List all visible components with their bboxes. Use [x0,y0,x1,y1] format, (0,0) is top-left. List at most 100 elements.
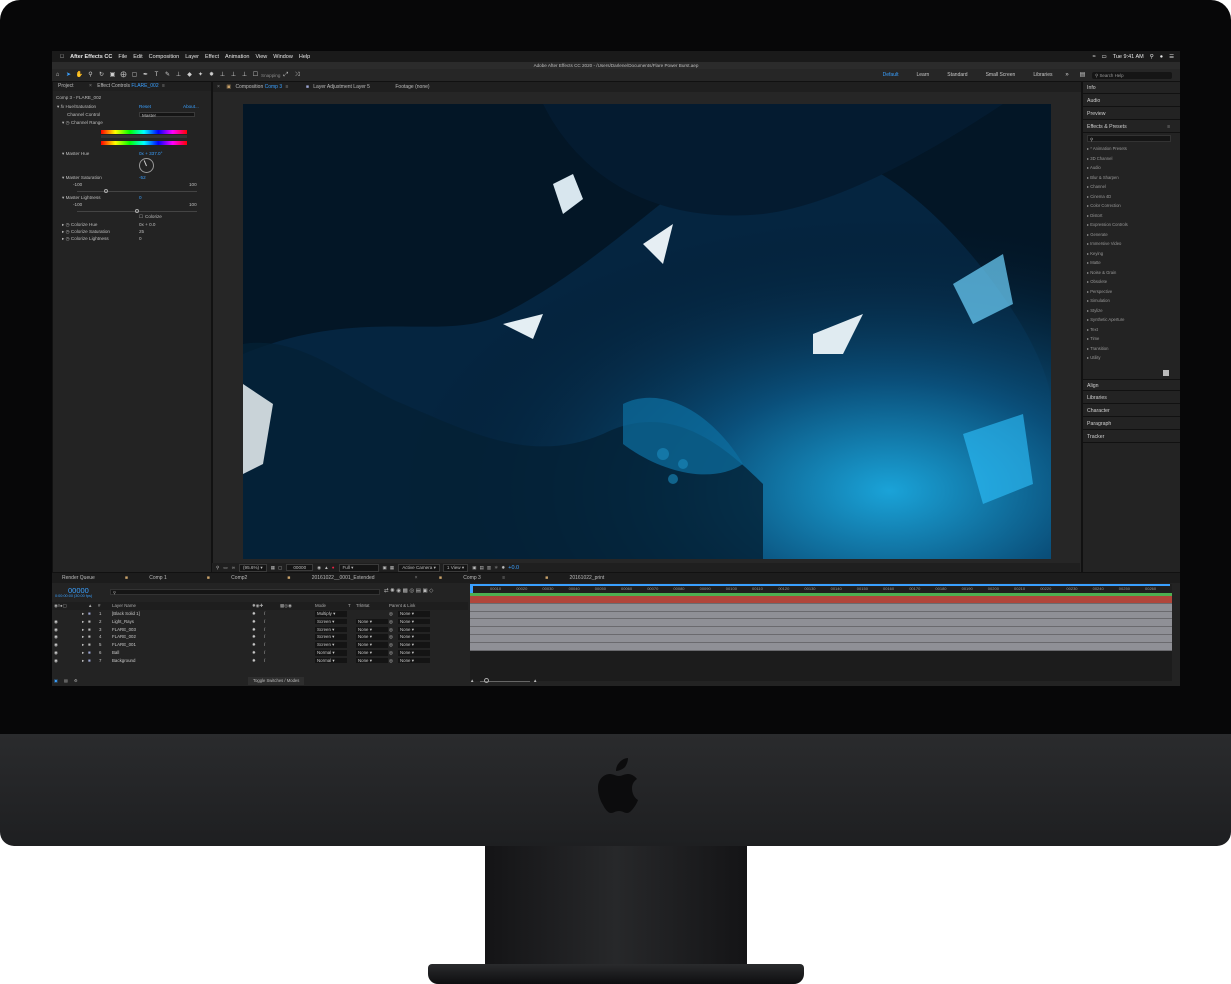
notification-icon[interactable]: ☰ [1169,54,1174,60]
trkmat-select[interactable]: None ▾ [356,650,388,656]
parent-select[interactable]: None ▾ [398,634,430,640]
quality-switch-icon[interactable]: / [264,618,265,626]
tab-render-queue[interactable]: Render Queue [62,575,95,581]
tab-effect-controls[interactable]: Effect Controls [97,83,130,89]
monitor-icon[interactable]: ▭ [223,565,227,571]
visibility-eye-icon[interactable]: ◉ [54,626,58,634]
draft-3d-icon[interactable]: ✺ [390,588,395,594]
comp-mini-flowchart-icon[interactable]: ⇄ [384,588,389,594]
fx-category-item[interactable]: ▸ Text [1087,327,1098,332]
fx-category-item[interactable]: ▸ Time [1087,336,1099,341]
parent-select[interactable]: None ▾ [398,642,430,648]
quality-switch-icon[interactable]: / [264,610,265,618]
mode-select[interactable]: Screen ▾ [315,634,347,640]
apple-menu-icon[interactable]:  [60,54,64,60]
colorize-lightness-value[interactable]: 0 [139,235,142,242]
mode-select[interactable]: Multiply ▾ [315,611,347,617]
visibility-eye-icon[interactable]: ◉ [54,633,58,641]
master-saturation-value[interactable]: -52 [139,174,146,181]
character-panel-header[interactable]: Character [1083,405,1180,417]
fx-category-item[interactable]: ▸ Synthetic Aperture [1087,317,1124,322]
shy-switch-icon[interactable]: ✸ [252,641,256,649]
menu-composition[interactable]: Composition [149,54,180,60]
master-hue-dial[interactable] [139,158,154,173]
shy-switch-icon[interactable]: ✸ [252,618,256,626]
trkmat-select[interactable]: None ▾ [356,642,388,648]
table-row[interactable]: ◉ ▸ ■ 5 FLARE_001 ✸ / Screen ▾ None ▾ ◎ None ▾ [52,641,468,649]
views-select[interactable]: 1 View ▾ [442,563,469,572]
table-row[interactable]: ◉ ▸ ■ 3 FLARE_003 ✸ / Screen ▾ None ▾ ◎ None ▾ [52,626,468,634]
playhead[interactable] [470,584,473,593]
layer-name[interactable]: FLARE_001 [112,641,136,649]
fx-category-item[interactable]: ▸ Blur & Sharpen [1087,175,1119,180]
pickwhip-icon[interactable]: ◎ [389,610,393,618]
zoom-in-icon[interactable]: ▲ [533,677,537,685]
fx-category-item[interactable]: ▸ Transition [1087,346,1108,351]
region-icon[interactable]: ▣ [383,565,387,571]
show-snapshot-icon[interactable]: ▲ [324,565,329,570]
resolution-select[interactable]: Full ▾ [338,563,379,572]
fx-category-item[interactable]: ▸ Color Correction [1087,203,1121,208]
visibility-eye-icon[interactable]: ◉ [54,657,58,665]
stopwatch-icon[interactable]: ◷ [66,120,70,125]
frame-blending-icon[interactable]: ▩ [403,588,408,594]
zoom-slider-thumb[interactable] [484,678,489,683]
colorize-hue-value[interactable]: 0x + 0.0 [139,221,155,228]
camera-select[interactable]: Active Camera ▾ [398,563,440,572]
layer-label-swatch[interactable]: ■ [88,610,91,618]
tab-layer[interactable]: Layer Adjustment Layer 5 [313,84,370,90]
saturation-slider-thumb[interactable] [104,189,108,193]
workspace-libraries[interactable]: Libraries [1033,72,1052,78]
spotlight-icon[interactable]: ⚲ [1150,54,1154,60]
airplay-icon[interactable]: ▭ [1102,54,1107,60]
panel-menu-icon[interactable]: ≡ [1167,121,1170,133]
shy-switch-icon[interactable]: ✸ [252,657,256,665]
flowchart-icon[interactable]: ⚛ [494,565,498,571]
mode-select[interactable]: Normal ▾ [315,650,347,656]
reset-link[interactable]: Reset [139,103,151,110]
zoom-out-icon[interactable]: ▲ [470,678,474,683]
layer-search-input[interactable]: ⚲ [110,589,380,595]
layer-track-bar[interactable] [470,635,1172,643]
mask-icon[interactable]: ▢ [278,565,282,571]
channel-range-slider[interactable] [101,135,187,138]
workspace-learn[interactable]: Learn [916,72,929,78]
expand-layer-icon[interactable]: ▸ [82,610,84,618]
expand-layer-icon[interactable]: ▸ [82,657,84,665]
shy-switch-icon[interactable]: ✸ [252,626,256,634]
audio-panel-header[interactable]: Audio [1083,95,1180,107]
sync-settings-icon[interactable]: ▤ [1079,71,1087,79]
channels-icon[interactable]: ● [332,565,335,570]
tab-comp-3[interactable]: × ■ Comp 3 ≡ [405,575,516,581]
home-icon[interactable]: ⌂ [54,71,62,79]
about-link[interactable]: About... [183,103,199,110]
trkmat-select[interactable]: None ▾ [356,626,388,633]
render-time-icon[interactable]: ▣ [54,677,58,685]
layer-name[interactable]: Light_Rays [112,618,134,626]
tab-effect-controls-layer[interactable]: FLARE_002 [131,83,158,89]
colorize-checkbox[interactable]: ☐ [139,213,143,220]
zoom-select[interactable]: (95.6%) ▾ [239,563,267,572]
menu-window[interactable]: Window [273,54,293,60]
tab-footage[interactable]: Footage (none) [395,84,429,90]
fx-category-item[interactable]: ▸ 3D Channel [1087,156,1112,161]
trkmat-select[interactable]: None ▾ [356,634,388,640]
close-icon[interactable]: × [217,84,220,90]
shy-switch-icon[interactable]: ✸ [252,610,256,618]
workspace-standard[interactable]: Standard [947,72,967,78]
mode-select[interactable]: Screen ▾ [315,618,347,625]
layer-label-swatch[interactable]: ■ [88,618,91,626]
quality-switch-icon[interactable]: / [264,633,265,641]
paragraph-panel-header[interactable]: Paragraph [1083,418,1180,430]
menu-app-name[interactable]: After Effects CC [70,54,112,60]
layer-name[interactable]: FLARE_003 [112,626,136,634]
table-row[interactable]: ◉ ▸ ■ 7 Background ✸ / Normal ▾ None ▾ ◎ None ▾ [52,657,468,665]
chevron-down-icon[interactable]: ▾ [57,104,59,109]
new-bin-icon[interactable] [1163,370,1169,376]
shy-icon[interactable]: ◉ [396,588,401,594]
toggle-pixel-icon[interactable]: ▣ [472,565,476,571]
fx-icon[interactable]: fx [61,104,65,109]
menu-animation[interactable]: Animation [225,54,249,60]
workspace-small-screen[interactable]: Small Screen [986,72,1016,78]
snapshot-icon[interactable]: ◉ [317,565,321,571]
